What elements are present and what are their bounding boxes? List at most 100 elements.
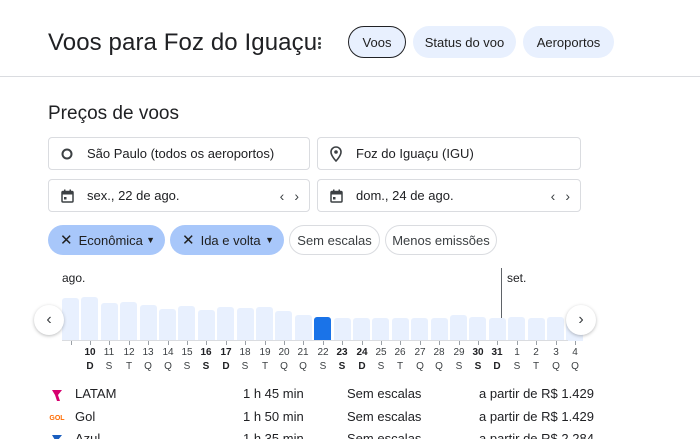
chevron-left-icon: ‹	[46, 311, 52, 328]
day-letter: S	[202, 361, 210, 372]
day-letter: Q	[280, 361, 288, 372]
price-bar[interactable]	[333, 318, 351, 341]
day-number: 24	[356, 347, 368, 358]
return-date-field[interactable]: dom., 24 de ago. ‹ ›	[317, 179, 581, 212]
chevron-right-icon[interactable]: ›	[294, 189, 299, 203]
emissions-filter-chip[interactable]: Menos emissões	[385, 225, 497, 255]
axis-tick	[381, 341, 382, 345]
price-bar[interactable]	[217, 307, 235, 341]
axis-tick	[420, 341, 421, 345]
chevron-left-icon[interactable]: ‹	[551, 189, 556, 203]
price-bar[interactable]	[527, 318, 545, 341]
day-letter: Q	[416, 361, 424, 372]
chevron-right-icon: ›	[578, 311, 584, 328]
flight-row[interactable]: LATAM 1 h 45 min Sem escalas a partir de R$…	[0, 386, 700, 408]
more-vert-icon[interactable]	[313, 34, 325, 52]
close-icon[interactable]: ✕	[60, 231, 73, 249]
price-bar[interactable]	[120, 302, 138, 341]
flight-duration: 1 h 45 min	[243, 386, 304, 401]
flight-price: a partir de R$ 1.429	[479, 409, 594, 424]
close-icon[interactable]: ✕	[182, 231, 195, 249]
price-bar[interactable]	[508, 317, 526, 341]
trip-type-filter-label: Ida e volta	[200, 232, 261, 248]
axis-tick	[536, 341, 537, 345]
price-bar[interactable]	[81, 297, 99, 341]
price-bar[interactable]	[469, 317, 487, 341]
day-letter: D	[358, 361, 366, 372]
day-letter: S	[319, 361, 327, 372]
airline-logo-icon	[49, 433, 65, 439]
price-prefix: a partir de	[479, 431, 538, 439]
day-letter: S	[241, 361, 249, 372]
depart-date-field[interactable]: sex., 22 de ago. ‹ ›	[48, 179, 310, 212]
axis-tick	[303, 341, 304, 345]
chevron-right-icon[interactable]: ›	[565, 189, 570, 203]
day-letter: T	[532, 361, 540, 372]
chart-prev-button[interactable]: ‹	[34, 305, 64, 335]
price-bar-selected[interactable]	[314, 317, 332, 341]
flight-row[interactable]: GOL Gol 1 h 50 min Sem escalas a partir de R…	[0, 409, 700, 431]
axis-tick	[129, 341, 130, 345]
origin-field[interactable]: São Paulo (todos os aeroportos)	[48, 137, 310, 170]
price-bar[interactable]	[411, 318, 429, 341]
price-bar[interactable]	[450, 315, 467, 341]
flight-duration: 1 h 50 min	[243, 409, 304, 424]
day-number: 11	[103, 347, 115, 358]
day-number: 16	[200, 347, 212, 358]
tab-voos[interactable]: Voos	[348, 26, 406, 58]
day-number: 23	[336, 347, 348, 358]
chevron-left-icon[interactable]: ‹	[280, 189, 285, 203]
price-bar[interactable]	[159, 309, 176, 341]
price-bar[interactable]	[430, 318, 448, 341]
day-number: 20	[278, 347, 290, 358]
axis-tick	[497, 341, 498, 345]
circle-outline-icon	[59, 146, 75, 162]
day-number: 13	[142, 347, 154, 358]
flight-price: a partir de R$ 2.284	[479, 431, 594, 439]
axis-tick	[109, 341, 110, 345]
airline-name: Gol	[75, 409, 96, 424]
tab-aeroportos[interactable]: Aeroportos	[523, 26, 614, 58]
price-bar[interactable]	[353, 318, 370, 341]
caret-down-icon: ▼	[265, 235, 274, 245]
price-value: R$ 1.429	[541, 409, 594, 424]
price-bar[interactable]	[256, 307, 273, 341]
price-bars	[62, 280, 584, 341]
nonstop-filter-chip[interactable]: Sem escalas	[289, 225, 380, 255]
class-filter-label: Econômica	[78, 232, 143, 248]
day-number: 22	[317, 347, 329, 358]
price-bar[interactable]	[197, 310, 215, 341]
axis-tick	[478, 341, 479, 345]
price-bar[interactable]	[178, 306, 196, 341]
price-bar[interactable]	[275, 311, 293, 341]
trip-type-filter-chip[interactable]: ✕ Ida e volta ▼	[170, 225, 284, 255]
axis-tick	[71, 341, 72, 345]
destination-field[interactable]: Foz do Iguaçu (IGU)	[317, 137, 581, 170]
axis-tick	[342, 341, 343, 345]
price-bar[interactable]	[100, 303, 118, 341]
price-bar[interactable]	[372, 318, 390, 341]
price-bar[interactable]	[547, 317, 564, 341]
day-letter: S	[183, 361, 191, 372]
flight-row[interactable]: Azul 1 h 35 min Sem escalas a partir de R$ …	[0, 431, 700, 439]
day-letter: Q	[144, 361, 152, 372]
day-letter: S	[338, 361, 346, 372]
day-number: 18	[239, 347, 251, 358]
map-pin-icon	[328, 145, 344, 162]
flight-stops: Sem escalas	[347, 431, 422, 439]
tab-status-do-voo[interactable]: Status do voo	[413, 26, 516, 58]
flight-price: a partir de R$ 1.429	[479, 386, 594, 401]
day-letter: Q	[571, 361, 579, 372]
price-bar[interactable]	[391, 318, 409, 341]
section-title: Preços de voos	[48, 103, 179, 124]
class-filter-chip[interactable]: ✕ Econômica ▼	[48, 225, 165, 255]
price-bar[interactable]	[488, 318, 506, 341]
axis-tick	[168, 341, 169, 345]
price-bar[interactable]	[236, 308, 254, 341]
price-bar[interactable]	[139, 305, 157, 341]
price-value: R$ 2.284	[541, 431, 594, 439]
price-bar[interactable]	[294, 315, 312, 341]
price-bar[interactable]	[62, 298, 79, 341]
day-number: 21	[297, 347, 309, 358]
chart-next-button[interactable]: ›	[566, 305, 596, 335]
